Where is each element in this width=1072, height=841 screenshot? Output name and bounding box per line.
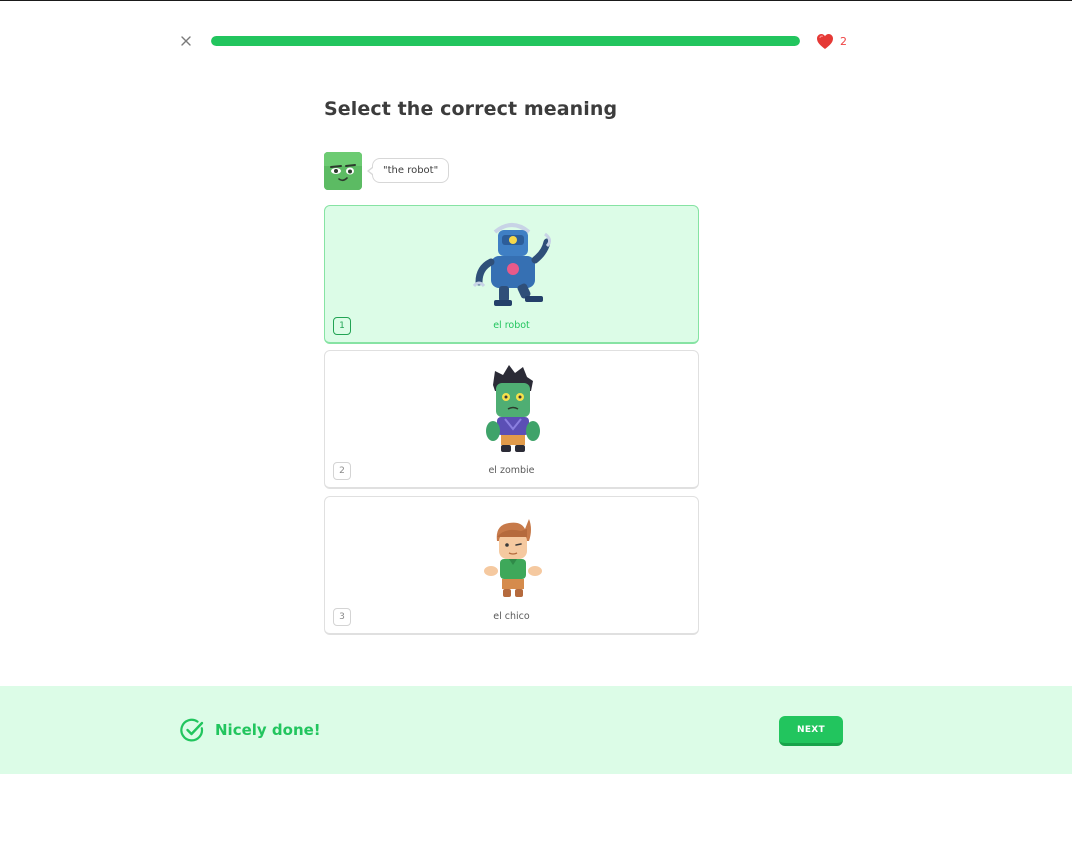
boy-illustration <box>465 507 560 602</box>
feedback-message: Nicely done! <box>215 721 321 739</box>
option-card-zombie[interactable]: 2 el zombie <box>324 350 699 489</box>
progress-fill <box>211 36 800 46</box>
robot-illustration <box>465 216 560 311</box>
close-button[interactable] <box>178 33 194 49</box>
option-label: el robot <box>493 320 530 331</box>
character-avatar <box>324 152 362 190</box>
speech-bubble-text: "the robot" <box>383 165 439 176</box>
next-button[interactable]: NEXT <box>779 716 843 746</box>
option-card-robot[interactable]: 1 el robot <box>324 205 699 344</box>
option-card-boy[interactable]: 3 el chico <box>324 496 699 635</box>
page-title: Select the correct meaning <box>324 98 618 120</box>
heart-icon <box>817 34 833 49</box>
option-label: el zombie <box>488 465 535 476</box>
hearts-count: 2 <box>840 35 847 48</box>
hearts-counter: 2 <box>816 33 847 50</box>
feedback-bar <box>0 686 1072 774</box>
option-label: el chico <box>493 611 530 622</box>
progress-bar <box>211 36 800 46</box>
speech-bubble: "the robot" <box>366 158 450 183</box>
top-rule <box>0 0 1072 1</box>
zombie-illustration <box>465 361 560 456</box>
close-icon <box>181 36 191 46</box>
check-circle-icon <box>180 718 204 742</box>
